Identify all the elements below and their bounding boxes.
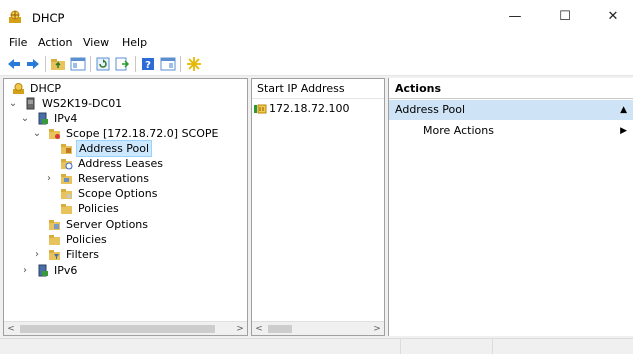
tree-label: Policies [78,202,119,215]
collapse-chevron-icon[interactable]: ⌄ [32,126,42,141]
reservations-folder-icon [61,174,72,184]
minimize-button[interactable]: — [500,7,530,27]
tree-label: Address Pool [76,140,153,157]
policies-folder-icon [61,204,72,214]
tree-label: Filters [66,248,99,261]
up-folder-icon[interactable] [50,56,66,72]
expand-chevron-icon[interactable]: › [44,171,54,186]
toolbar-separator [45,56,46,72]
actions-header: Actions [389,78,633,99]
back-icon[interactable] [6,56,22,72]
server-options-folder-icon [49,220,60,230]
tree-label: Address Leases [78,157,163,170]
start-ip-value: 172.18.72.100 [269,102,350,115]
expand-chevron-icon[interactable]: › [32,247,42,262]
scroll-right-icon[interactable]: > [370,322,384,335]
refresh-icon[interactable] [95,56,111,72]
status-segment [492,339,633,354]
svg-text:?: ? [145,60,151,71]
toolbar-separator [135,56,136,72]
scope-options-folder-icon [61,189,72,199]
tree-label: DHCP [30,82,62,95]
maximize-button[interactable]: ☐ [550,7,580,27]
scope-folder-icon [49,129,60,139]
collapse-up-icon[interactable]: ▲ [620,100,627,120]
status-segment [400,339,492,354]
ipv4-server-icon [38,112,48,125]
ip-range-icon [254,104,267,114]
server-icon [26,97,35,110]
tree-label: IPv6 [54,264,78,277]
scrollbar-thumb[interactable] [20,325,215,333]
toolbar: ? [0,52,633,76]
ipv6-server-icon [38,264,48,277]
collapse-chevron-icon[interactable]: ⌄ [20,111,30,126]
tree-label: IPv4 [54,112,78,125]
menu-view[interactable]: View [83,36,109,49]
toolbar-separator [180,56,181,72]
address-leases-folder-icon [61,159,73,170]
tree-label: Server Options [66,218,149,231]
more-actions-item[interactable]: More Actions ▶ [389,121,633,141]
tree-label: Scope Options [78,187,158,200]
result-list[interactable]: Start IP Address 172.18.72.100 < > [251,78,385,336]
close-button[interactable]: ✕ [598,7,628,27]
dhcp-icon [13,83,24,94]
export-list-icon[interactable] [114,56,130,72]
title-bar: DHCP — ☐ ✕ [0,0,633,34]
collapse-chevron-icon[interactable]: ⌄ [8,96,18,111]
console-tree[interactable]: DHCP ⌄ WS2K19-DC01 ⌄ IPv4 ⌄ Scope [172.1… [3,78,248,336]
tree-label: Policies [66,233,107,246]
actions-section-address-pool[interactable]: Address Pool ▲ [389,100,633,120]
window-title: DHCP [32,11,65,25]
tree-label: WS2K19-DC01 [42,97,123,110]
dhcp-app-icon [9,10,21,23]
status-bar [0,338,633,354]
forward-icon[interactable] [25,56,41,72]
scroll-left-icon[interactable]: < [252,322,266,335]
policies-folder-icon [49,235,60,245]
scroll-left-icon[interactable]: < [4,322,18,335]
menu-action[interactable]: Action [38,36,72,49]
menu-file[interactable]: File [9,36,27,49]
tree-label: Scope [172.18.72.0] SCOPE [66,127,219,140]
actions-section-label: Address Pool [395,103,466,116]
menu-bar: File Action View Help [0,34,633,52]
show-hide-tree-icon[interactable] [70,56,86,72]
address-pool-folder-icon [61,144,72,154]
new-star-icon[interactable] [186,56,202,72]
tree-label: Reservations [78,172,149,185]
toolbar-separator [90,56,91,72]
submenu-arrow-icon: ▶ [620,126,627,136]
column-header-start-ip[interactable]: Start IP Address [252,79,384,99]
help-icon[interactable]: ? [140,56,156,72]
scrollbar-thumb[interactable] [268,325,292,333]
more-actions-label: More Actions [423,124,494,137]
list-horizontal-scrollbar[interactable]: < > [252,321,384,335]
actions-pane: Actions Address Pool ▲ More Actions ▶ [388,78,633,336]
show-hide-action-pane-icon[interactable] [160,56,176,72]
menu-help[interactable]: Help [122,36,147,49]
scroll-right-icon[interactable]: > [233,322,247,335]
filters-folder-icon [49,250,60,260]
expand-chevron-icon[interactable]: › [20,263,30,278]
tree-horizontal-scrollbar[interactable]: < > [4,321,247,335]
